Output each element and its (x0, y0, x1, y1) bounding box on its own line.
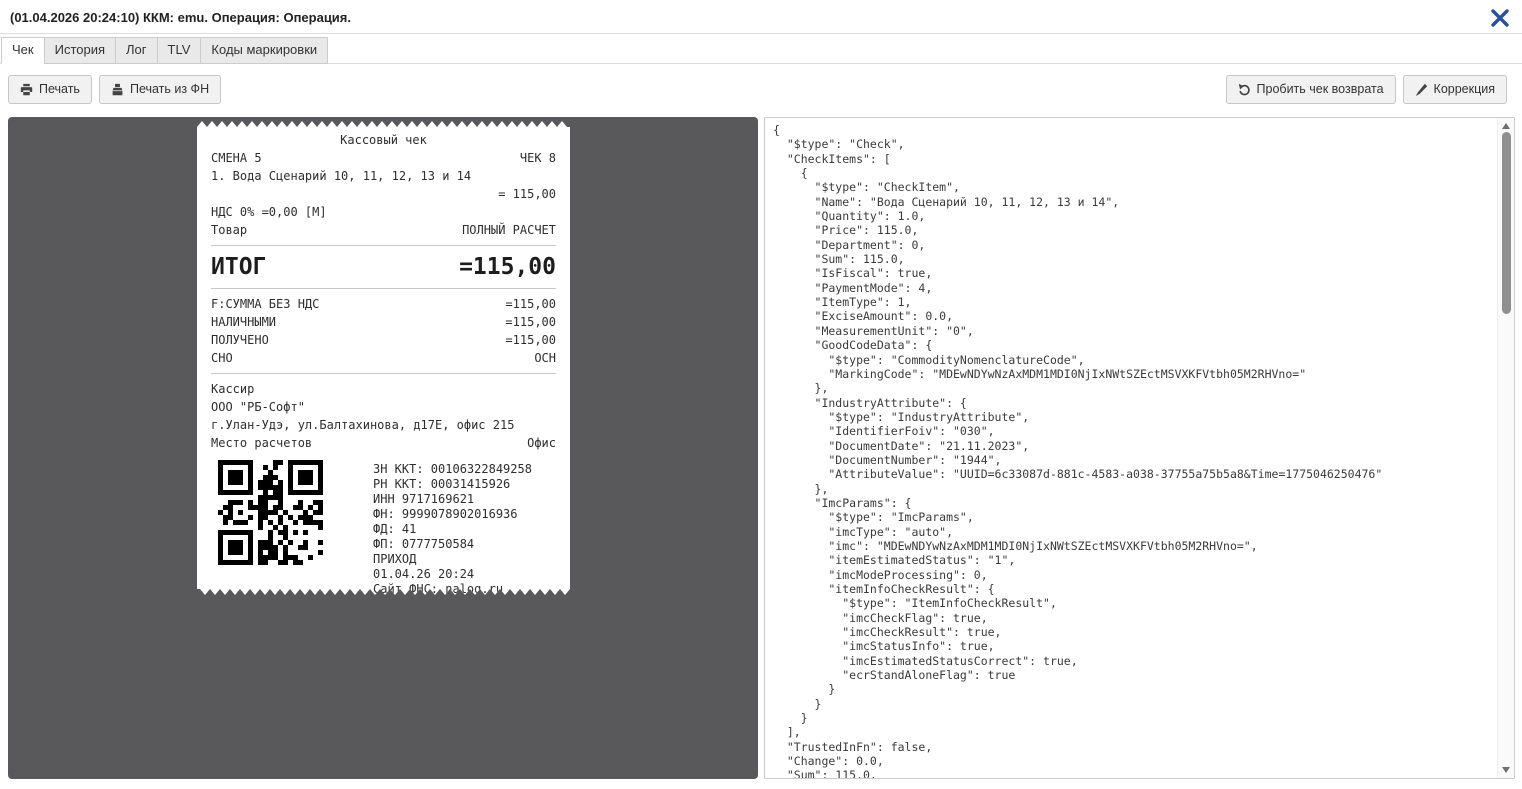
received-value: =115,00 (505, 331, 556, 349)
receipt-subject-row: Товар ПОЛНЫЙ РАСЧЕТ (211, 221, 556, 239)
receipt-sno-row: СНО ОСН (211, 349, 556, 367)
shift-label: СМЕНА 5 (211, 149, 262, 167)
printer-icon (20, 83, 33, 96)
receipt-title-text: Кассовый чек (340, 131, 427, 149)
window-title: (01.04.2026 20:24:10) ККМ: emu. Операция… (10, 8, 351, 25)
subject-label: Товар (211, 221, 247, 239)
payment-type: ПОЛНЫЙ РАСЧЕТ (462, 221, 556, 239)
sno-label: СНО (211, 349, 233, 367)
place-value: Офис (527, 434, 556, 452)
print-button-label: Печать (39, 82, 80, 97)
receipt-qr-block: ЗН ККТ: 00106322849258 РН ККТ: 000314159… (211, 460, 556, 597)
receipt-total-row: ИТОГ =115,00 (211, 252, 556, 282)
print-from-fn-button[interactable]: Печать из ФН (99, 75, 221, 104)
check-json-panel: { "$type": "Check", "CheckItems": [ { "$… (764, 117, 1515, 779)
refund-rotate-icon (1238, 83, 1251, 96)
receipt-preview-panel: Кассовый чек СМЕНА 5 ЧЕК 8 1. Вода Сцена… (8, 117, 758, 779)
receipt-vat-row: НДС 0% =0,00 [М] (211, 203, 556, 221)
qr-code (218, 460, 323, 565)
cash-value: =115,00 (505, 313, 556, 331)
main-content: Кассовый чек СМЕНА 5 ЧЕК 8 1. Вода Сцена… (0, 117, 1522, 779)
tab-history[interactable]: История (44, 37, 116, 64)
json-scrollbar[interactable] (1497, 118, 1514, 778)
toolbar: Печать Печать из ФН Пробить чек возврата… (0, 64, 1522, 117)
org-address: г.Улан-Удэ, ул.Балтахинова, д17Е, офис 2… (211, 416, 514, 434)
tab-tlv[interactable]: TLV (157, 37, 202, 64)
receipt-cashier-row: Кассир (211, 380, 556, 398)
total-value: =115,00 (459, 252, 556, 282)
correction-button[interactable]: Коррекция (1403, 75, 1507, 104)
tab-check[interactable]: Чек (1, 37, 45, 64)
print-button[interactable]: Печать (8, 75, 92, 104)
place-label: Место расчетов (211, 434, 312, 452)
receipt-item-row: 1. Вода Сценарий 10, 11, 12, 13 и 14 (211, 167, 556, 185)
tab-log[interactable]: Лог (115, 37, 158, 64)
receipt-paper: Кассовый чек СМЕНА 5 ЧЕК 8 1. Вода Сцена… (197, 121, 570, 595)
item-sum: = 115,00 (498, 185, 556, 203)
scroll-thumb[interactable] (1502, 132, 1511, 314)
receipt-item-sum-row: = 115,00 (211, 185, 556, 203)
scroll-up-arrow-icon[interactable] (1502, 123, 1510, 129)
receipt-divider (211, 373, 556, 374)
receipt-novat-row: F:СУММА БЕЗ НДС =115,00 (211, 295, 556, 313)
item-name: 1. Вода Сценарий 10, 11, 12, 13 и 14 (211, 167, 471, 185)
no-vat-label: F:СУММА БЕЗ НДС (211, 295, 319, 313)
received-label: ПОЛУЧЕНО (211, 331, 269, 349)
vat-line: НДС 0% =0,00 [М] (211, 203, 327, 221)
refund-check-button[interactable]: Пробить чек возврата (1226, 75, 1396, 104)
scroll-down-arrow-icon[interactable] (1502, 767, 1510, 773)
receipt-place-row: Место расчетов Офис (211, 434, 556, 452)
total-label: ИТОГ (211, 252, 266, 282)
window-header: (01.04.2026 20:24:10) ККМ: emu. Операция… (0, 0, 1522, 34)
receipt-address-row: г.Улан-Удэ, ул.Балтахинова, д17Е, офис 2… (211, 416, 556, 434)
receipt-received-row: ПОЛУЧЕНО =115,00 (211, 331, 556, 349)
tab-marking-codes[interactable]: Коды маркировки (200, 37, 328, 64)
pencil-icon (1415, 83, 1428, 96)
receipt-title: Кассовый чек (211, 131, 556, 149)
sno-value: ОСН (534, 349, 556, 367)
refund-check-button-label: Пробить чек возврата (1257, 82, 1384, 97)
fiscal-device-icon (111, 83, 124, 96)
fiscal-details: ЗН ККТ: 00106322849258 РН ККТ: 000314159… (373, 462, 532, 597)
receipt-org-row: ООО "РБ-Софт" (211, 398, 556, 416)
cash-label: НАЛИЧНЫМИ (211, 313, 276, 331)
check-number: ЧЕК 8 (520, 149, 556, 167)
receipt-cash-row: НАЛИЧНЫМИ =115,00 (211, 313, 556, 331)
kkm-operation-window: (01.04.2026 20:24:10) ККМ: emu. Операция… (0, 0, 1522, 779)
receipt-divider (211, 245, 556, 246)
tab-bar: Чек История Лог TLV Коды маркировки (0, 37, 1522, 64)
close-icon[interactable] (1490, 8, 1510, 28)
print-from-fn-button-label: Печать из ФН (130, 82, 209, 97)
receipt-divider (211, 288, 556, 289)
correction-button-label: Коррекция (1434, 82, 1495, 97)
no-vat-value: =115,00 (505, 295, 556, 313)
check-json-text: { "$type": "Check", "CheckItems": [ { "$… (765, 118, 1497, 778)
org-name: ООО "РБ-Софт" (211, 398, 305, 416)
cashier-label: Кассир (211, 380, 254, 398)
receipt-shift-row: СМЕНА 5 ЧЕК 8 (211, 149, 556, 167)
